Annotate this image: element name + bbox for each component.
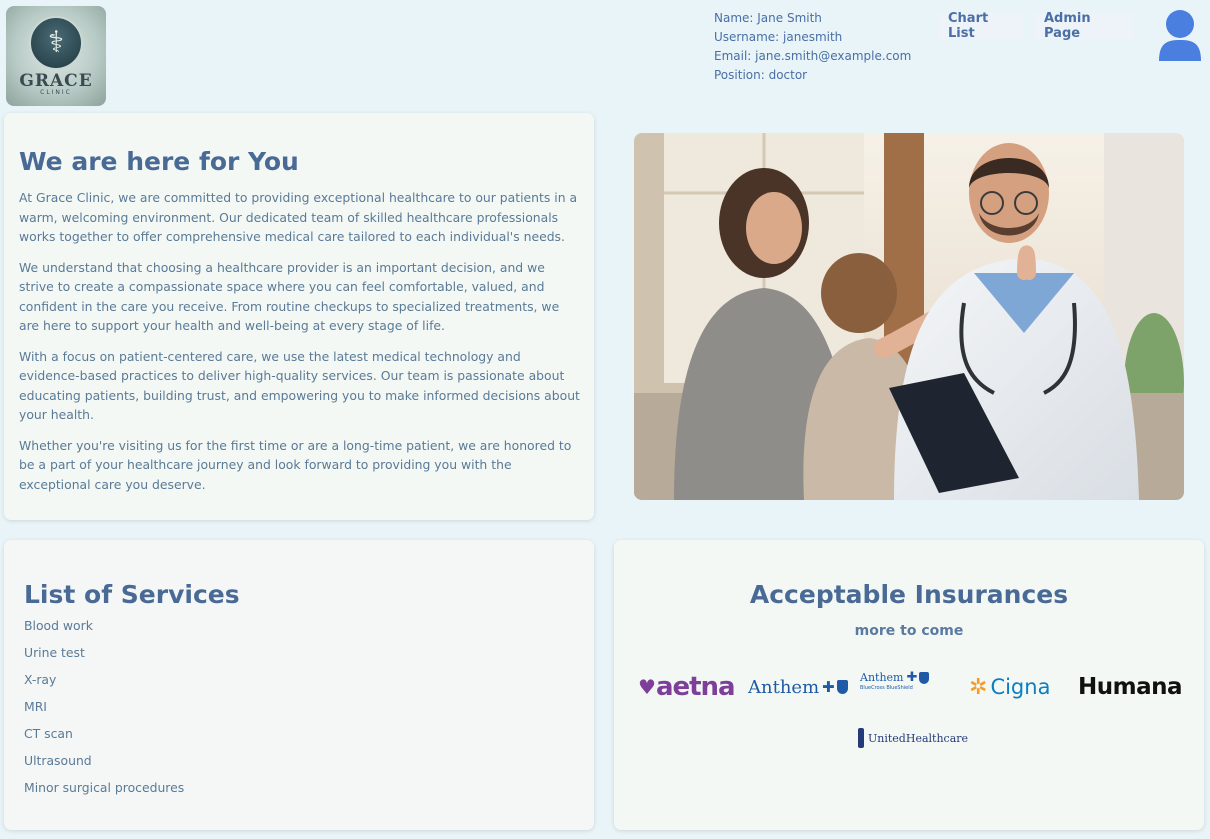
chart-list-button[interactable]: Chart List xyxy=(938,11,1024,41)
caduceus-icon: ⚕ xyxy=(29,16,83,70)
user-position: Position: doctor xyxy=(714,68,808,82)
blue-shield-icon xyxy=(919,671,930,684)
anthem-logo: Anthem ✚ xyxy=(748,670,848,704)
service-item: Urine test xyxy=(24,645,85,660)
user-info: Name: Jane Smith Username: janesmith Ema… xyxy=(714,9,911,85)
services-card: List of Services Blood work Urine test X… xyxy=(4,540,594,830)
service-item: CT scan xyxy=(24,726,73,741)
about-paragraph: Whether you're visiting us for the first… xyxy=(19,437,572,492)
insurance-subtitle: more to come xyxy=(854,623,964,639)
cigna-logo: ✲ Cigna xyxy=(969,670,1050,704)
about-card: We are here for You At Grace Clinic, we … xyxy=(4,113,594,520)
service-item: MRI xyxy=(24,699,47,714)
logo-sub: CLINIC xyxy=(40,89,72,96)
blue-cross-icon: ✚ xyxy=(822,678,835,696)
service-item: Minor surgical procedures xyxy=(24,780,185,795)
cigna-label: Cigna xyxy=(990,675,1051,699)
anthem-bcbs-sub: BlueCross BlueShield xyxy=(860,685,913,691)
insurance-logos: ♥ aetna Anthem ✚ Anthem ✚ BlueCross Blue… xyxy=(614,670,1204,710)
user-name: Name: Jane Smith xyxy=(714,11,822,25)
about-paragraph: At Grace Clinic, we are committed to pro… xyxy=(19,190,578,244)
services-title: List of Services xyxy=(24,580,240,609)
about-paragraph: With a focus on patient-centered care, w… xyxy=(19,348,580,423)
blue-shield-icon xyxy=(836,680,848,694)
admin-page-button[interactable]: Admin Page xyxy=(1034,11,1134,41)
user-email: Email: jane.smith@example.com xyxy=(714,49,912,63)
heart-icon: ♥ xyxy=(638,675,656,699)
user-username: Username: janesmith xyxy=(714,30,843,44)
tree-icon: ✲ xyxy=(969,674,988,700)
user-avatar-icon[interactable] xyxy=(1157,9,1203,61)
about-title: We are here for You xyxy=(19,147,299,176)
anthem-bcbs-label: Anthem xyxy=(860,671,904,684)
aetna-logo: ♥ aetna xyxy=(638,670,736,704)
about-paragraph: We understand that choosing a healthcare… xyxy=(19,259,560,334)
anthem-label: Anthem xyxy=(748,676,820,698)
service-item: Ultrasound xyxy=(24,753,92,768)
anthem-bcbs-logo: Anthem ✚ BlueCross BlueShield xyxy=(860,670,930,704)
unitedhealthcare-logo: UnitedHealthcare xyxy=(858,726,968,750)
insurance-title: Acceptable Insurances xyxy=(749,580,1069,609)
services-list: Blood work Urine test X-ray MRI CT scan … xyxy=(24,616,574,805)
doctor-patient-photo xyxy=(634,133,1184,500)
uhc-mark-icon xyxy=(858,728,864,748)
service-item: Blood work xyxy=(24,618,93,633)
service-item: X-ray xyxy=(24,672,57,687)
humana-logo: Humana xyxy=(1078,670,1183,704)
blue-cross-icon: ✚ xyxy=(906,670,918,685)
insurance-card: Acceptable Insurances more to come ♥ aet… xyxy=(614,540,1204,830)
aetna-label: aetna xyxy=(655,672,736,702)
humana-label: Humana xyxy=(1078,674,1183,700)
clinic-logo: ⚕ GRACE CLINIC xyxy=(6,6,106,106)
uhc-label: UnitedHealthcare xyxy=(868,731,969,745)
logo-name: GRACE xyxy=(19,71,93,91)
